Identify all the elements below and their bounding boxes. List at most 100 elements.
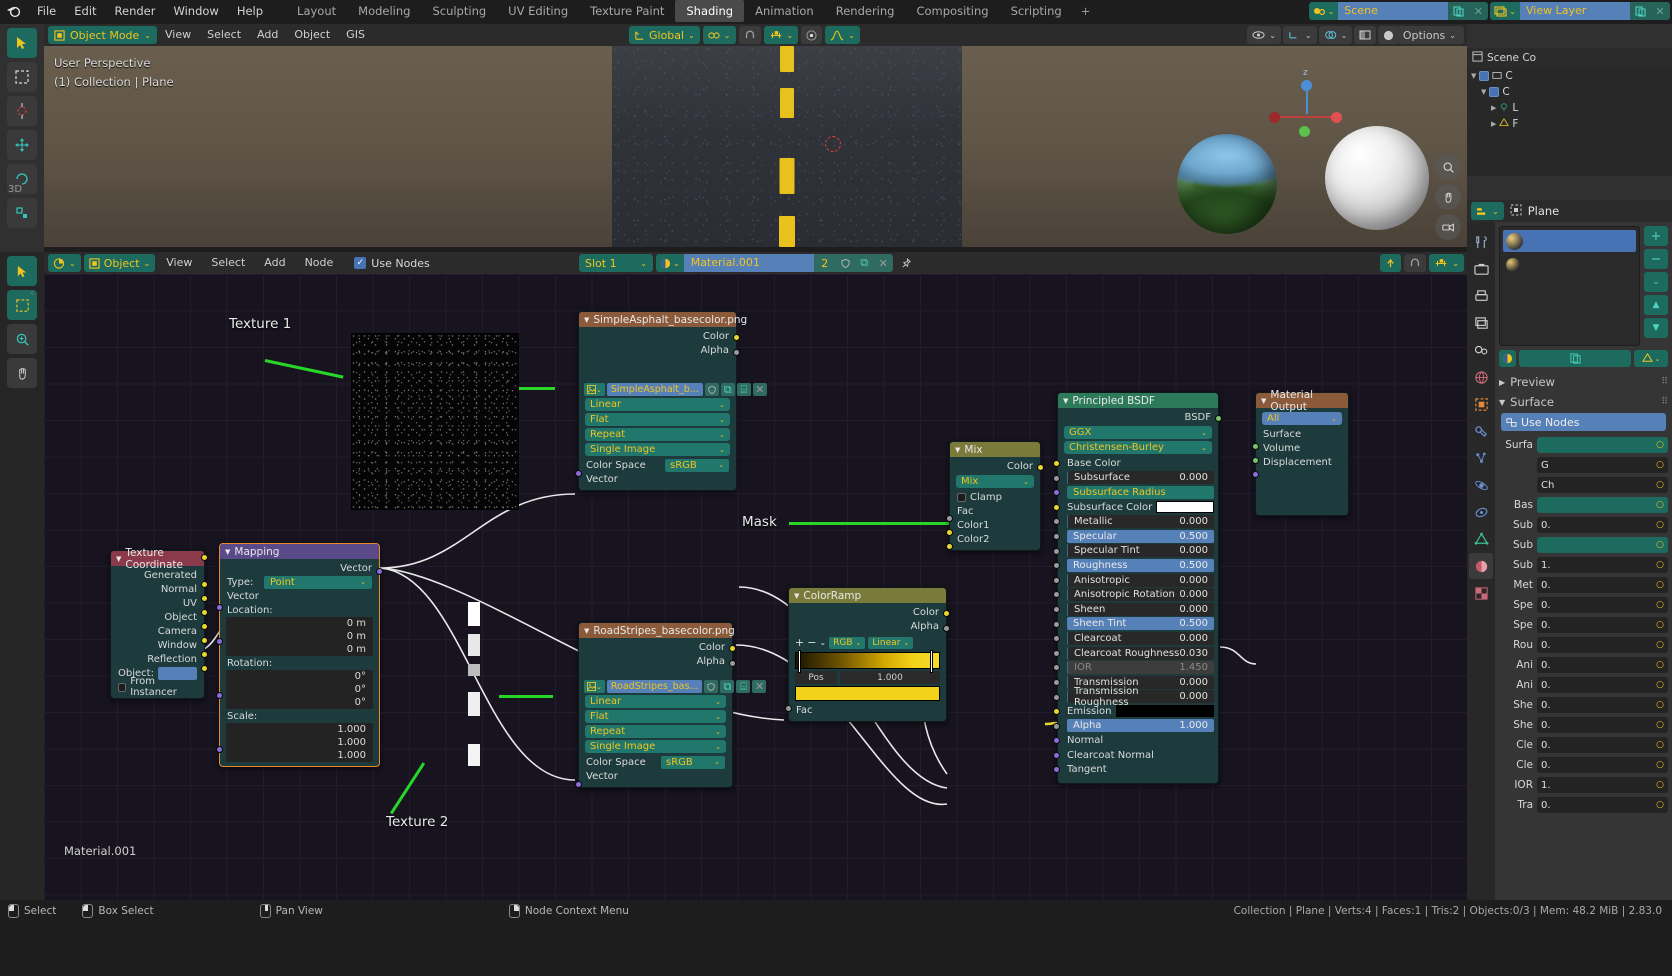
property-field-8[interactable]: 0. ○: [1537, 597, 1668, 613]
principled-row-clearcoat-roughness[interactable]: Clearcoat Roughness 0.030: [1053, 646, 1218, 661]
tab-uv-editing[interactable]: UV Editing: [497, 0, 579, 22]
asphalt-image-selector-row[interactable]: ⌄ SimpleAsphalt_b... ⧉ ⌸ ✕: [584, 383, 767, 396]
stripes-open-image-button[interactable]: ⌸: [736, 680, 751, 693]
mapping-rotation-fields[interactable]: 0° 0° 0°: [226, 670, 373, 709]
property-animate-dot-11[interactable]: ○: [1656, 660, 1664, 670]
mix-fac-in-row[interactable]: Fac: [950, 504, 1040, 518]
socket-emission[interactable]: [1053, 708, 1060, 716]
mapping-output-row[interactable]: Vector: [220, 561, 379, 575]
shader-editor[interactable]: Texture 1 Texture 2 Mask ▼ Texture Coord…: [44, 252, 1467, 900]
property-row-4[interactable]: Sub 0. ○: [1499, 515, 1668, 535]
outliner-checkbox-1[interactable]: [1489, 87, 1500, 97]
colorramp-mode-dropdown[interactable]: RGB ⌄: [829, 636, 866, 649]
property-animate-dot-9[interactable]: ○: [1656, 620, 1664, 630]
outliner[interactable]: Scene Co ▼ C ▼ C ▶ L ▶ F: [1467, 48, 1672, 176]
tool-move-icon[interactable]: [7, 130, 37, 160]
visibility-filter-dropdown[interactable]: ⌄: [1247, 26, 1281, 44]
property-field-17[interactable]: 1. ○: [1537, 777, 1668, 793]
property-animate-dot-15[interactable]: ○: [1656, 740, 1664, 750]
property-field-5[interactable]: ○: [1537, 537, 1668, 553]
colorramp-tools-dropdown[interactable]: ⌄: [819, 638, 826, 647]
outliner-row-2[interactable]: ▶ L: [1467, 100, 1672, 116]
viewport-menu-add[interactable]: Add: [249, 26, 286, 44]
use-nodes-toggle[interactable]: ✓ Use Nodes: [354, 257, 430, 270]
shader-menu-view[interactable]: View: [158, 254, 200, 272]
property-animate-dot-17[interactable]: ○: [1656, 780, 1664, 790]
remove-scene-button[interactable]: ✕: [1468, 2, 1489, 20]
asphalt-extension-dropdown[interactable]: Repeat ⌄: [585, 428, 730, 441]
property-row-12[interactable]: Ani 0. ○: [1499, 675, 1668, 695]
principled-field-18[interactable]: Alpha 1.000: [1067, 719, 1214, 733]
socket-row-reflection[interactable]: Reflection: [111, 652, 204, 666]
asphalt-colorspace-row[interactable]: Color Space sRGB ⌄: [579, 458, 736, 472]
property-animate-dot-13[interactable]: ○: [1656, 700, 1664, 710]
principled-field-5[interactable]: Specular 0.500: [1067, 529, 1214, 543]
property-row-10[interactable]: Rou 0. ○: [1499, 635, 1668, 655]
socket-subsurface-radius[interactable]: [1053, 489, 1060, 497]
property-row-15[interactable]: Cle 0. ○: [1499, 735, 1668, 755]
material-unlink-button[interactable]: ✕: [873, 254, 893, 272]
outliner-row-scene[interactable]: ▼ C: [1467, 68, 1672, 84]
colorramp-stop-0[interactable]: [798, 650, 801, 673]
scene-selector[interactable]: ⌄ Scene ✕: [1308, 2, 1489, 20]
tab-modeling[interactable]: Modeling: [347, 0, 421, 22]
property-row-5[interactable]: Sub ○: [1499, 535, 1668, 555]
principled-field-9[interactable]: Anisotropic Rotation 0.000: [1067, 588, 1214, 602]
socket-alpha[interactable]: [1053, 722, 1060, 730]
properties-editor-type-dropdown[interactable]: ⌄: [1471, 202, 1504, 220]
pin-node-tree-button[interactable]: [896, 254, 917, 272]
tab-texture-paint[interactable]: Texture Paint: [579, 0, 675, 22]
property-field-13[interactable]: 0. ○: [1537, 697, 1668, 713]
property-field-16[interactable]: 0. ○: [1537, 757, 1668, 773]
tab-shading[interactable]: Shading: [675, 0, 745, 22]
stripes-colorspace-dropdown[interactable]: sRGB ⌄: [661, 755, 725, 769]
property-field-12[interactable]: 0. ○: [1537, 677, 1668, 693]
property-animate-dot-4[interactable]: ○: [1656, 520, 1664, 530]
socket-roughness[interactable]: [1053, 562, 1060, 570]
principled-field-14[interactable]: IOR 1.450: [1067, 661, 1214, 675]
node-mix[interactable]: ▼ Mix Color Mix ⌄ Clamp Fac Color1 Color2: [946, 441, 1044, 551]
preview-expand-icon[interactable]: ▶: [1499, 378, 1505, 387]
pan-view-button[interactable]: [1435, 184, 1461, 210]
principled-field-16[interactable]: Transmission Roughness 0.000: [1067, 686, 1214, 708]
prop-tab-data[interactable]: [1469, 526, 1493, 552]
property-animate-dot-12[interactable]: ○: [1656, 680, 1664, 690]
shader-type-dropdown[interactable]: Object ⌄: [83, 254, 156, 272]
node-mapping[interactable]: ▼ Mapping Vector Type: Point ⌄ Vector Loc…: [216, 543, 383, 767]
principled-row-tangent[interactable]: Tangent: [1053, 762, 1218, 777]
socket-clearcoat-normal[interactable]: [1053, 751, 1060, 759]
outliner-editor-icon[interactable]: [1472, 51, 1483, 65]
node-snap-magnet-toggle[interactable]: [1404, 254, 1427, 272]
shading-solid-button[interactable]: [1378, 26, 1400, 44]
property-animate-dot-3[interactable]: ○: [1656, 500, 1664, 510]
property-animate-dot-16[interactable]: ○: [1656, 760, 1664, 770]
node-texture-coordinate-header[interactable]: ▼ Texture Coordinate: [111, 547, 204, 571]
xray-toggle[interactable]: [1354, 26, 1377, 44]
stripes-interpolation-dropdown[interactable]: Linear ⌄: [585, 695, 726, 708]
matoutput-displacement-row[interactable]: Displacement: [1256, 455, 1348, 469]
outliner-expand-2[interactable]: ▶: [1491, 104, 1496, 112]
principled-row-sheen[interactable]: Sheen 0.000: [1053, 602, 1218, 617]
object-mode-dropdown[interactable]: Object Mode ⌄: [48, 26, 157, 44]
principled-field-10[interactable]: Sheen 0.000: [1067, 602, 1214, 616]
socket-specular-tint[interactable]: [1053, 547, 1060, 555]
stripes-color-out-row[interactable]: Color: [579, 640, 732, 654]
property-animate-dot-10[interactable]: ○: [1656, 640, 1664, 650]
view-axis-gizmo[interactable]: z: [1269, 68, 1342, 146]
properties-content[interactable]: ▶⠿ + − ⌄ ▲ ▼: [1495, 222, 1672, 924]
property-field-11[interactable]: 0. ○: [1537, 657, 1668, 673]
principled-row-metallic[interactable]: Metallic 0.000: [1053, 514, 1218, 529]
property-row-16[interactable]: Cle 0. ○: [1499, 755, 1668, 775]
socket-specular[interactable]: [1053, 532, 1060, 540]
principled-row-normal[interactable]: Normal: [1053, 733, 1218, 748]
tab-rendering[interactable]: Rendering: [825, 0, 906, 22]
colorramp-pos-value[interactable]: 1.000: [840, 671, 940, 684]
node-principled-bsdf[interactable]: ▼ Principled BSDF BSDF GGX ⌄ Christensen-…: [1053, 392, 1222, 785]
surface-expand-icon[interactable]: ▼: [1499, 398, 1505, 407]
overlays-toggle-dropdown[interactable]: ⌄: [1318, 26, 1353, 44]
principled-row-clearcoat[interactable]: Clearcoat 0.000: [1053, 631, 1218, 646]
outliner-checkbox-0[interactable]: [1479, 71, 1490, 81]
viewport-menu-select[interactable]: Select: [199, 26, 249, 44]
material-fake-user-button[interactable]: [835, 254, 855, 272]
asphalt-projection-dropdown[interactable]: Flat ⌄: [585, 413, 730, 426]
